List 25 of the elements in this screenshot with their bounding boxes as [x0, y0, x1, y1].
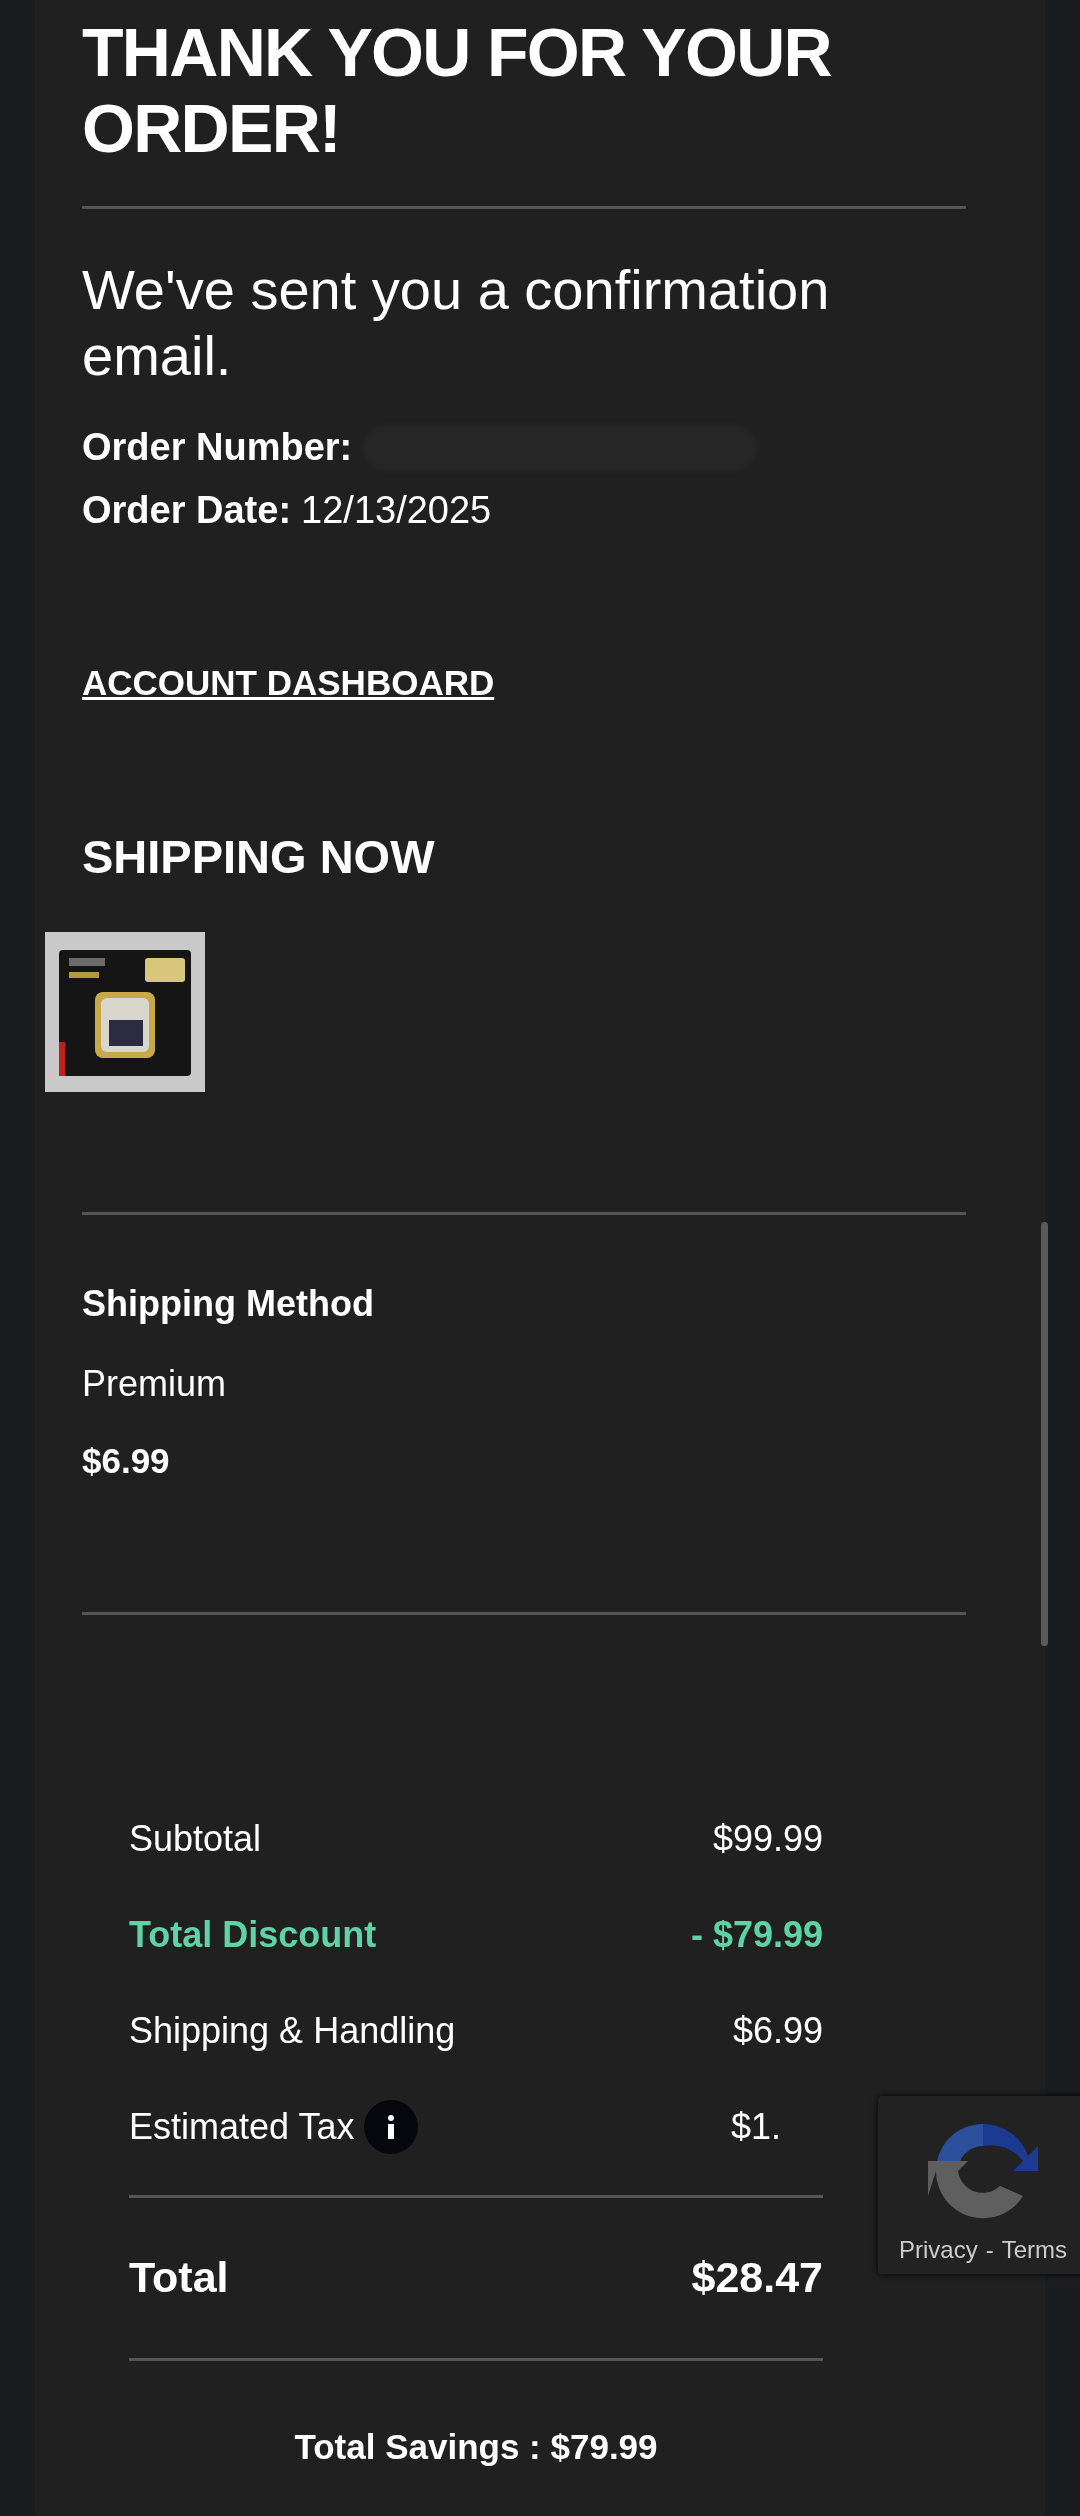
privacy-link[interactable]: Privacy	[899, 2232, 978, 2268]
total-value: $28.47	[691, 2252, 823, 2304]
account-dashboard-link[interactable]: ACCOUNT DASHBOARD	[82, 657, 495, 710]
link-separator: -	[985, 2235, 994, 2265]
shipping-method-name: Premium	[82, 1362, 228, 1406]
summary-label: Subtotal	[129, 1816, 262, 1861]
scrollbar[interactable]	[1041, 1222, 1048, 1646]
page-heading: THANK YOU FOR YOUR ORDER!	[82, 14, 832, 166]
summary-label: Shipping & Handling	[129, 2008, 456, 2053]
summary-value: $1.	[731, 2104, 783, 2149]
total-savings: Total Savings : $79.99	[293, 2425, 659, 2468]
summary-value: $99.99	[712, 1816, 823, 1861]
total-label: Total	[129, 2252, 229, 2304]
section-title: SHIPPING NOW	[82, 828, 436, 885]
order-date: 12/13/2025	[301, 488, 492, 533]
shipping-method-title: Shipping Method	[82, 1282, 375, 1326]
summary-label: Total Discount	[129, 1912, 377, 1957]
summary-value: $6.99	[732, 2008, 823, 2053]
terms-link[interactable]: Terms	[1001, 2232, 1067, 2268]
shipping-method-price: $6.99	[82, 1440, 171, 1482]
order-number-label: Order Number:	[82, 425, 353, 470]
summary-label: Estimated Tax	[129, 2104, 355, 2149]
order-date-label: Order Date:	[82, 488, 292, 533]
summary-value: - $79.99	[690, 1912, 823, 1957]
confirmation-message: We've sent you a confirmation email.	[82, 257, 831, 389]
